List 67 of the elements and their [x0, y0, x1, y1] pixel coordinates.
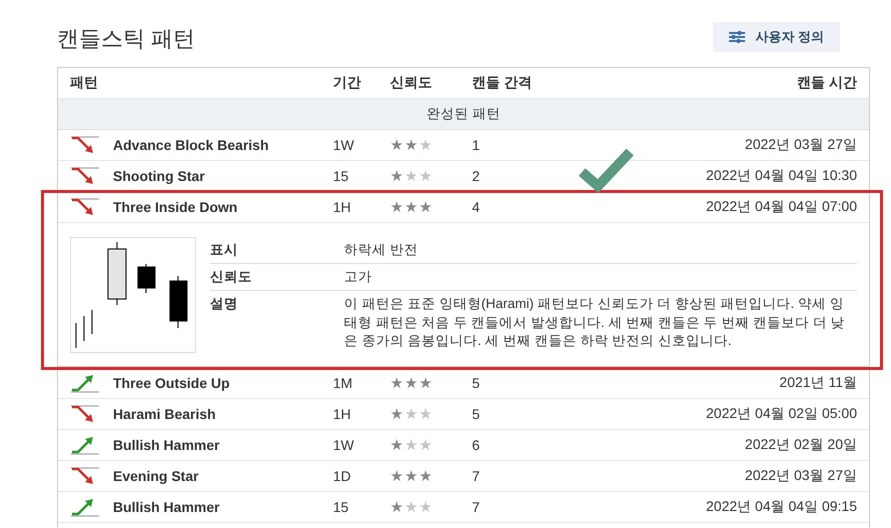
period-cell-text: 1W	[333, 137, 355, 153]
interval-cell-text: 1	[472, 137, 481, 153]
uptrend-arrow-icon	[70, 373, 100, 394]
column-header[interactable]: 패턴	[70, 74, 333, 92]
downtrend-arrow-icon	[70, 404, 100, 424]
pattern-name[interactable]: Bullish Hammer	[113, 499, 220, 516]
column-header[interactable]: 캔들 시간	[592, 74, 857, 92]
detail-value: 이 패턴은 표준 잉태형(Harami) 패턴보다 신뢰도가 더 향상된 패턴입니다. 약세 잉태형 패턴은 처음 두 캔들에서 발생합니다. 세 번째 캔들은 두 번째 캔들보다 더 낮은 종가의 음봉입니다. 세 번째 캔들은 하락 반전의 신호입니다.	[344, 295, 846, 350]
checkmark-icon	[578, 146, 636, 194]
interval-cell-text: 2	[472, 168, 481, 184]
detail-label: 설명	[210, 295, 239, 314]
group-label: 완성된 패턴	[426, 105, 500, 123]
time-cell-text: 2022년 04월 02일 05:00	[705, 405, 857, 424]
pattern-name[interactable]: Evening Star	[113, 468, 199, 484]
star-rating: ★★★	[390, 436, 434, 454]
star-rating: ★★★	[390, 498, 434, 516]
time-cell-text: 2021년 11월	[778, 374, 857, 392]
period-cell-text: 15	[333, 499, 350, 516]
pattern-name[interactable]: Three Outside Up	[113, 375, 230, 392]
period-cell-text: 1W	[333, 437, 355, 454]
time-cell-text: 2022년 04월 04일 07:00	[705, 198, 857, 216]
time-cell-text: 2022년 02월 20일	[744, 436, 857, 454]
column-header[interactable]: 기간	[333, 74, 390, 92]
period-cell-text: 15	[333, 168, 350, 184]
uptrend-arrow-icon	[70, 435, 100, 456]
customize-button[interactable]: 사용자 정의	[713, 22, 840, 52]
time-cell-text: 2022년 04월 04일 09:15	[705, 498, 857, 516]
column-header[interactable]: 캔들 간격	[472, 74, 592, 92]
period-cell-text: 1H	[333, 199, 352, 215]
pattern-name[interactable]: Advance Block Bearish	[113, 137, 269, 153]
star-rating: ★★★	[390, 467, 434, 486]
interval-cell-text: 5	[472, 375, 481, 392]
star-rating: ★★★	[390, 374, 434, 392]
interval-cell-text: 7	[472, 499, 481, 516]
detail-label: 표시	[210, 241, 239, 259]
star-rating: ★★★	[390, 167, 434, 185]
uptrend-arrow-icon	[70, 497, 100, 518]
pattern-name[interactable]: Harami Bearish	[113, 406, 216, 422]
pattern-name[interactable]: Three Inside Down	[113, 199, 238, 215]
interval-cell-text: 7	[472, 468, 481, 484]
downtrend-arrow-icon	[70, 466, 100, 486]
period-cell-text: 1M	[333, 375, 354, 392]
candlestick	[138, 264, 156, 294]
interval-cell-text: 4	[472, 199, 481, 215]
candlestick	[108, 242, 126, 306]
interval-cell-text: 5	[472, 406, 481, 422]
sliders-icon	[729, 30, 746, 42]
time-cell-text: 2022년 04월 04일 10:30	[705, 167, 857, 185]
pattern-name[interactable]: Bullish Hammer	[113, 437, 220, 454]
detail-value: 고가	[344, 268, 373, 286]
star-rating: ★★★	[390, 136, 434, 154]
candlestick	[170, 276, 188, 328]
pattern-name[interactable]: Shooting Star	[113, 168, 205, 184]
star-rating: ★★★	[390, 198, 434, 216]
period-cell-text: 1H	[333, 406, 352, 422]
column-header[interactable]: 신뢰도	[390, 74, 472, 92]
time-cell-text: 2022년 03월 27일	[744, 136, 857, 154]
downtrend-arrow-icon	[70, 197, 100, 217]
page-title: 캔들스틱 패턴	[57, 24, 196, 52]
time-cell-text: 2022년 03월 27일	[744, 467, 857, 486]
downtrend-arrow-icon	[70, 135, 100, 155]
star-rating: ★★★	[390, 405, 434, 424]
period-cell-text: 1D	[333, 468, 352, 484]
detail-label: 신뢰도	[210, 268, 253, 286]
detail-value: 하락세 반전	[344, 241, 419, 259]
downtrend-arrow-icon	[70, 166, 100, 186]
interval-cell-text: 6	[472, 437, 481, 454]
